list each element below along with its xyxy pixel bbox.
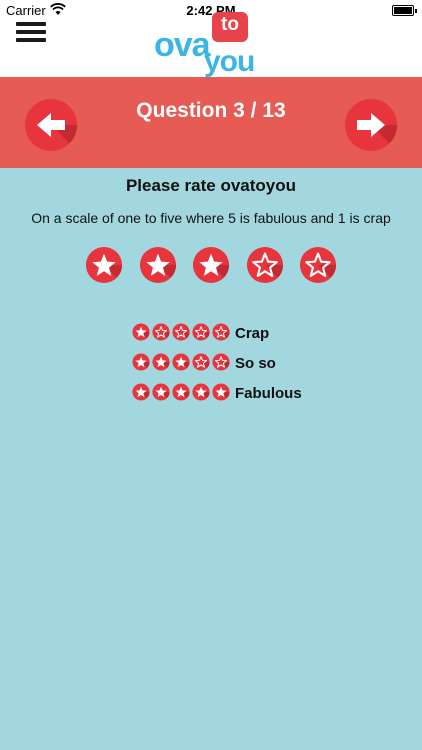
star-filled-icon: [132, 323, 150, 341]
status-bar: Carrier 2:42 PM: [0, 0, 422, 20]
logo-text-ova: ova: [154, 26, 211, 64]
star-filled-icon: [152, 353, 170, 371]
star-filled-icon: [132, 353, 150, 371]
legend-stars: [132, 383, 232, 401]
rating-legend: Crap So so Fabulous: [132, 320, 352, 410]
star-rating: [0, 246, 422, 286]
star-outline-icon: [192, 353, 210, 371]
rating-star-3[interactable]: [192, 246, 230, 284]
question-subtitle: On a scale of one to five where 5 is fab…: [31, 210, 391, 226]
next-question-button[interactable]: [345, 99, 397, 151]
star-outline-icon: [152, 323, 170, 341]
star-outline-icon: [192, 323, 210, 341]
logo-badge-to: to: [212, 12, 248, 42]
legend-stars: [132, 353, 232, 371]
question-nav-bar: Question 3 / 13: [0, 77, 422, 168]
clock: 2:42 PM: [186, 3, 236, 18]
app-logo: ova to you: [152, 12, 272, 78]
star-filled-icon: [192, 246, 230, 284]
star-outline-icon: [299, 246, 337, 284]
star-outline-icon: [212, 323, 230, 341]
app-header: ova to you: [0, 12, 422, 78]
star-filled-icon: [172, 353, 190, 371]
star-filled-icon: [139, 246, 176, 284]
star-filled-icon: [152, 383, 170, 401]
rating-star-2[interactable]: [139, 246, 177, 284]
question-title: Please rate ovatoyou: [125, 176, 297, 195]
star-outline-icon: [212, 353, 230, 371]
battery-icon: [392, 5, 417, 16]
legend-row: Fabulous: [132, 380, 352, 410]
star-filled-icon: [85, 246, 123, 284]
rating-star-5[interactable]: [299, 246, 337, 284]
arrow-right-icon: [357, 113, 397, 151]
star-filled-icon: [172, 383, 190, 401]
legend-label: So so: [235, 355, 276, 372]
hamburger-menu-icon[interactable]: [16, 22, 46, 44]
question-content: Please rate ovatoyou On a scale of one t…: [0, 168, 422, 750]
rating-star-1[interactable]: [85, 246, 123, 284]
star-filled-icon: [132, 383, 150, 401]
legend-label: Crap: [235, 325, 270, 342]
logo-text-you: you: [204, 45, 255, 78]
star-outline-icon: [246, 246, 283, 284]
star-outline-icon: [172, 323, 190, 341]
legend-stars: [132, 323, 232, 341]
legend-row: Crap: [132, 320, 352, 350]
legend-row: So so: [132, 350, 352, 380]
rating-star-4[interactable]: [246, 246, 284, 284]
star-filled-icon: [212, 383, 230, 401]
star-filled-icon: [192, 383, 210, 401]
legend-label: Fabulous: [235, 385, 302, 402]
